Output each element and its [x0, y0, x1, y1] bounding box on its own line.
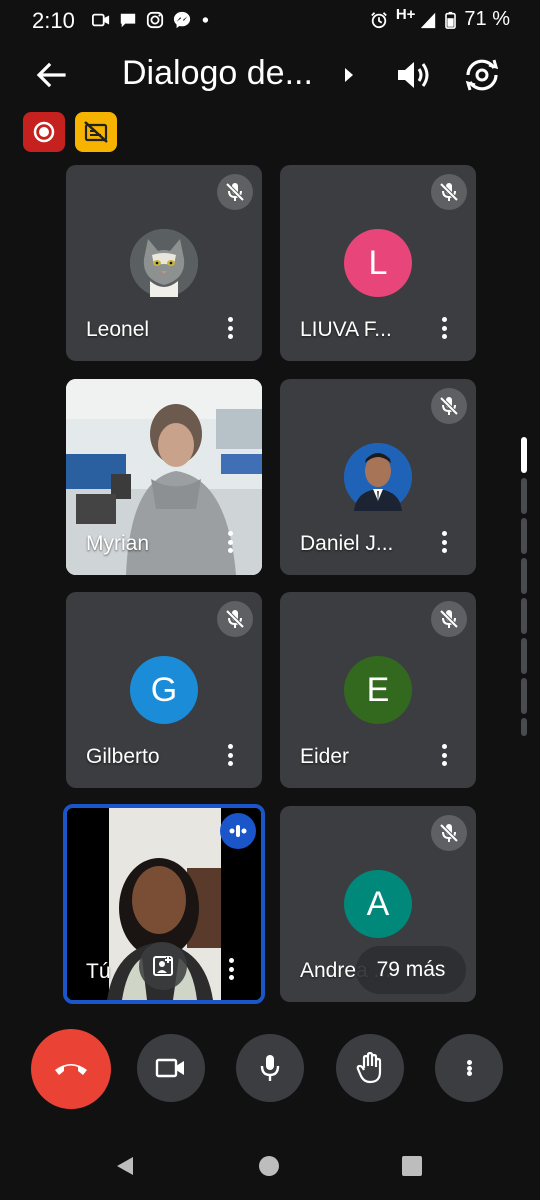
more-vert-icon — [465, 1057, 473, 1079]
speaker-icon[interactable] — [394, 58, 432, 92]
avatar: E — [344, 656, 412, 724]
mic-off-icon — [431, 815, 467, 851]
participant-tile[interactable]: E Eider — [280, 592, 476, 788]
participant-tile[interactable]: L LIUVA F... — [280, 165, 476, 361]
participant-name: Leonel — [86, 318, 150, 341]
signal-icon — [421, 12, 436, 28]
alarm-icon — [370, 11, 387, 28]
person-photo-icon — [344, 443, 412, 511]
nav-home-icon[interactable] — [258, 1155, 280, 1177]
chat-notification-icon — [120, 13, 136, 28]
more-options-icon[interactable] — [220, 314, 240, 342]
effects-icon — [153, 956, 173, 976]
battery-level: 71 % — [464, 8, 510, 30]
speaking-indicator-icon — [220, 813, 256, 849]
status-bar: 2:10 H+ 71 % — [0, 0, 540, 44]
more-options-icon[interactable] — [221, 955, 241, 983]
record-icon — [33, 121, 55, 143]
participant-tile[interactable]: Daniel J... — [280, 379, 476, 575]
mic-off-icon — [217, 174, 253, 210]
video-camera-icon — [155, 1058, 184, 1078]
back-arrow-icon[interactable] — [30, 58, 70, 92]
meeting-title[interactable]: Dialogo de... — [122, 54, 313, 93]
more-participants-button[interactable]: 79 más — [356, 946, 466, 994]
participant-name: Tú — [86, 960, 111, 983]
avatar — [130, 229, 198, 297]
mic-off-icon — [431, 601, 467, 637]
raise-hand-button[interactable] — [336, 1034, 404, 1102]
microphone-toggle-button[interactable] — [236, 1034, 304, 1102]
instagram-icon — [146, 11, 164, 29]
more-options-icon[interactable] — [220, 528, 240, 556]
mic-off-icon — [431, 174, 467, 210]
visual-effects-button[interactable] — [139, 942, 187, 990]
captions-badge[interactable] — [75, 112, 117, 152]
avatar — [344, 443, 412, 511]
recording-badge[interactable] — [23, 112, 65, 152]
camera-toggle-button[interactable] — [137, 1034, 205, 1102]
participant-tile[interactable]: G Gilberto — [66, 592, 262, 788]
phone-hangup-icon — [55, 1064, 87, 1075]
captions-off-icon — [84, 121, 108, 143]
participant-tile[interactable]: Leonel — [66, 165, 262, 361]
avatar: L — [344, 229, 412, 297]
avatar: G — [130, 656, 198, 724]
avatar: A — [344, 870, 412, 938]
nav-back-icon[interactable] — [114, 1155, 136, 1177]
app-bar: Dialogo de... — [0, 46, 540, 104]
microphone-icon — [260, 1055, 280, 1081]
more-options-icon[interactable] — [434, 528, 454, 556]
more-options-icon[interactable] — [434, 314, 454, 342]
chevron-right-icon[interactable] — [342, 66, 356, 84]
battery-icon — [445, 11, 457, 29]
participant-name: LIUVA F... — [300, 318, 392, 341]
participant-name: Gilberto — [86, 745, 160, 768]
end-call-button[interactable] — [31, 1029, 111, 1109]
more-options-button[interactable] — [435, 1034, 503, 1102]
hand-icon — [356, 1052, 382, 1084]
participant-tile[interactable]: Myrian — [66, 379, 262, 575]
switch-camera-icon[interactable] — [462, 56, 502, 94]
messenger-icon — [173, 11, 191, 29]
self-tile[interactable]: Tú — [63, 804, 265, 1004]
more-options-icon[interactable] — [220, 741, 240, 769]
mic-off-icon — [217, 601, 253, 637]
dot-icon — [202, 17, 209, 23]
mic-off-icon — [431, 388, 467, 424]
nav-recents-icon[interactable] — [401, 1155, 423, 1177]
network-type: H+ — [395, 6, 416, 23]
status-time: 2:10 — [32, 8, 75, 33]
video-notification-icon — [92, 13, 110, 27]
more-options-icon[interactable] — [434, 741, 454, 769]
participant-name: Eider — [300, 745, 350, 768]
cat-photo-icon — [130, 229, 198, 297]
system-navigation-bar — [0, 1130, 540, 1200]
participant-name: Myrian — [86, 532, 150, 555]
participant-name: Daniel J... — [300, 532, 394, 555]
